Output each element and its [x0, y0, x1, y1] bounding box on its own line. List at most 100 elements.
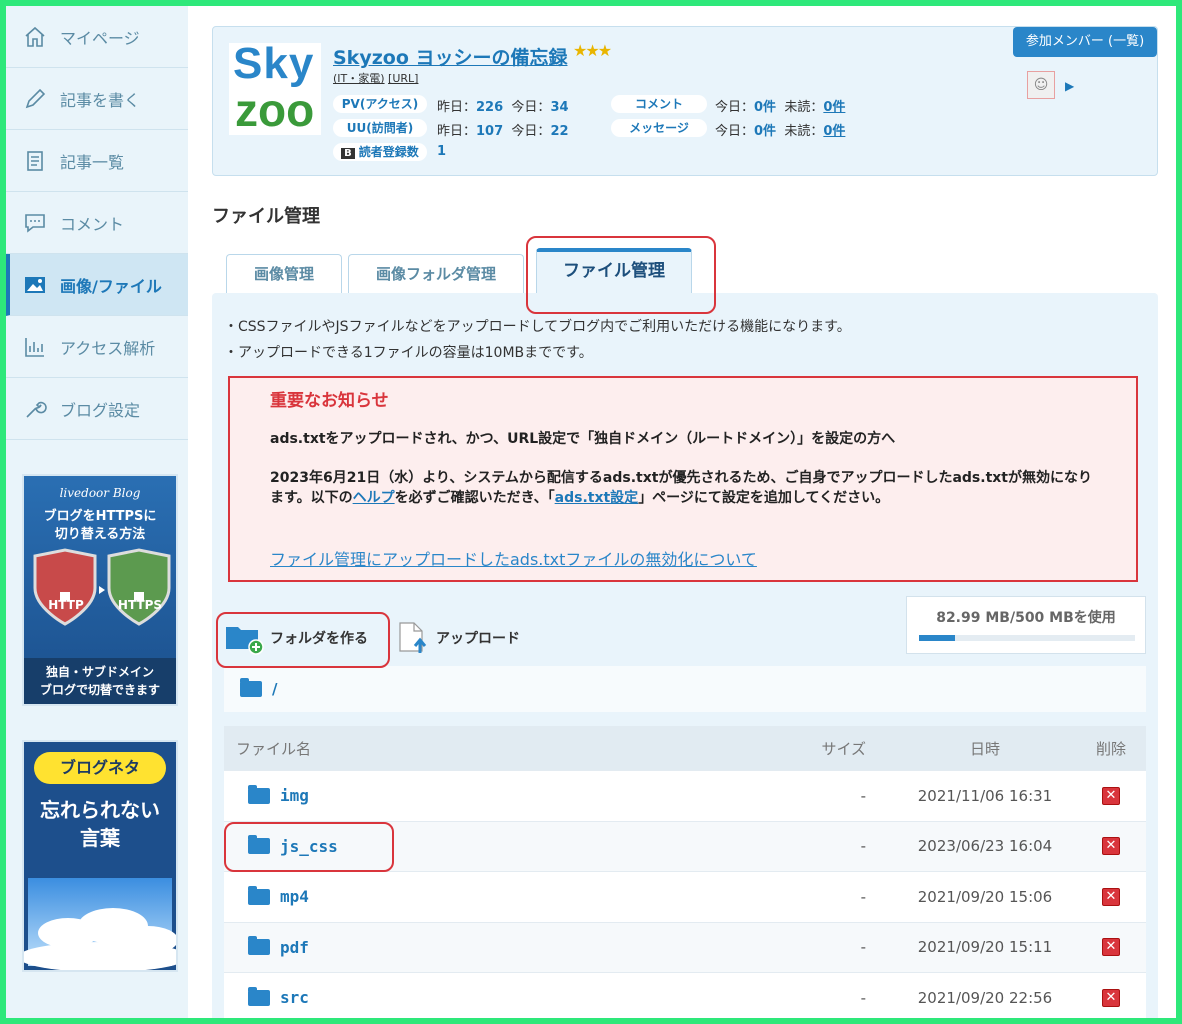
- livedoor-blog-logo: livedoor Blog: [59, 486, 141, 500]
- column-header-delete: 削除: [1095, 739, 1126, 758]
- folder-name-cell[interactable]: pdf: [224, 936, 784, 957]
- banner-bottom-line2: ブログで切替できます: [39, 683, 160, 697]
- date-cell: 2023/06/23 16:04: [917, 837, 1053, 856]
- folder-name-cell[interactable]: img: [224, 784, 784, 806]
- document-list-icon: [22, 148, 48, 174]
- folder-name-cell[interactable]: src: [224, 986, 784, 1008]
- sidebar-item-label: アクセス解析: [60, 338, 156, 358]
- notice-line1: ads.txtをアップロードされ、かつ、URL設定で「独自ドメイン（ルートドメイ…: [270, 431, 896, 447]
- folder-name: pdf: [280, 937, 309, 957]
- delete-icon[interactable]: ✕: [1102, 887, 1120, 906]
- banner-line2: 言葉: [80, 826, 120, 850]
- file-table: ファイル名 サイズ 日時 削除 img - 2021/11/06 16:31 ✕ js_…: [224, 726, 1146, 1024]
- size-cell: -: [860, 887, 866, 906]
- pv-yesterday-value: 226: [476, 100, 504, 115]
- pv-yesterday-label: 昨日：: [437, 100, 477, 115]
- reader-count-label[interactable]: B 読者登録数: [333, 143, 427, 161]
- info-bullet: ・アップロードできる1ファイルの容量は10MBまでです。: [224, 345, 593, 361]
- blog-summary-card: Sky zoo Skyzoo ヨッシーの備忘録 ★★★ (IT・家電) [URL…: [212, 26, 1158, 176]
- delete-cell: ✕: [1076, 938, 1146, 957]
- pv-today-label: 今日：: [511, 100, 551, 115]
- ads-txt-disable-info-link[interactable]: ファイル管理にアップロードしたads.txtファイルの無効化について: [270, 546, 757, 570]
- notice-line2: 2023年6月21日（水）より、システムから配信するads.txtが優先されるた…: [270, 468, 1100, 508]
- folder-icon: [248, 835, 270, 855]
- help-link[interactable]: ヘルプ: [353, 490, 395, 506]
- blog-logo: Sky zoo: [229, 39, 321, 136]
- https-banner[interactable]: livedoor Blog ブログをHTTPSに 切り替える方法 HTTP HTT…: [22, 474, 178, 706]
- date-cell: 2021/09/20 15:11: [917, 938, 1053, 957]
- folder-name: mp4: [280, 887, 309, 907]
- upload-button[interactable]: アップロード: [398, 620, 520, 656]
- blog-title-link[interactable]: Skyzoo ヨッシーの備忘録: [333, 43, 568, 70]
- column-header-name[interactable]: ファイル名: [224, 738, 784, 759]
- avatar[interactable]: ☺: [1027, 71, 1055, 99]
- info-bullet: ・CSSファイルやJSファイルなどをアップロードしてブログ内でご利用いただける機…: [224, 319, 851, 335]
- sidebar-item-comments[interactable]: コメント: [6, 192, 188, 254]
- comment-unread-link[interactable]: 0件: [823, 100, 845, 115]
- comment-label: コメント: [611, 95, 707, 113]
- folder-name-cell[interactable]: js_css: [224, 835, 784, 856]
- http-badge-label: HTTP: [48, 598, 84, 612]
- storage-usage-fill: [919, 635, 955, 641]
- tab-image-folder-management[interactable]: 画像フォルダ管理: [348, 254, 524, 294]
- logo-bottom-text: zoo: [235, 84, 315, 136]
- home-icon: [22, 24, 48, 50]
- members-list-button[interactable]: 参加メンバー (一覧): [1013, 27, 1157, 57]
- folder-icon: [248, 986, 270, 1006]
- tab-image-management[interactable]: 画像管理: [226, 254, 342, 294]
- current-path: /: [272, 680, 278, 698]
- sidebar-item-settings[interactable]: ブログ設定: [6, 378, 188, 440]
- folder-name: img: [280, 786, 309, 806]
- delete-cell: ✕: [1076, 887, 1146, 906]
- pv-label: PV(アクセス): [333, 95, 427, 113]
- comment-today-value: 0件: [754, 100, 777, 115]
- sidebar-item-mypage[interactable]: マイページ: [6, 6, 188, 68]
- delete-icon[interactable]: ✕: [1102, 786, 1120, 805]
- pencil-icon: [22, 86, 48, 112]
- delete-cell: ✕: [1076, 786, 1146, 805]
- caret-right-icon[interactable]: ▶: [1065, 79, 1074, 93]
- storage-usage-bar: [919, 635, 1135, 641]
- sidebar-item-label: コメント: [60, 214, 125, 234]
- column-header-size[interactable]: サイズ: [784, 738, 894, 759]
- tab-file-management[interactable]: ファイル管理: [536, 248, 692, 294]
- reader-label: 読者登録数: [358, 145, 419, 159]
- message-label: メッセージ: [611, 119, 707, 137]
- breadcrumb[interactable]: /: [224, 666, 1146, 712]
- uu-today-value: 22: [550, 124, 569, 139]
- sidebar-item-images-files[interactable]: 画像/ファイル: [6, 254, 188, 316]
- sidebar-item-articles[interactable]: 記事一覧: [6, 130, 188, 192]
- date-cell: 2021/11/06 16:31: [917, 786, 1053, 805]
- folder-name: src: [280, 988, 309, 1008]
- date-cell: 2021/09/20 15:06: [917, 887, 1053, 906]
- folder-icon: [240, 678, 262, 697]
- pv-today-value: 34: [550, 100, 569, 115]
- new-folder-button[interactable]: フォルダを作る: [224, 620, 368, 656]
- uu-yesterday-label: 昨日：: [437, 124, 477, 139]
- reader-count-value: 1: [437, 144, 447, 159]
- size-cell: -: [860, 938, 866, 957]
- sidebar-item-label: 記事を書く: [60, 90, 141, 110]
- column-header-date[interactable]: 日時: [894, 738, 1076, 759]
- url-link[interactable]: [URL]: [388, 72, 418, 85]
- category-link[interactable]: (IT・家電): [333, 72, 385, 85]
- comment-icon: [22, 210, 48, 236]
- message-unread-label: 未読：: [784, 124, 824, 139]
- shield-icon: [33, 548, 171, 626]
- sidebar: マイページ 記事を書く 記事一覧 コメント 画像/ファイル アクセス解析 ブログ…: [6, 6, 188, 1018]
- ads-txt-settings-link[interactable]: ads.txt設定: [555, 490, 639, 506]
- blog-neta-banner[interactable]: ブログネタ 忘れられない 言葉: [22, 740, 178, 972]
- message-unread-link[interactable]: 0件: [823, 124, 845, 139]
- delete-icon[interactable]: ✕: [1102, 837, 1120, 856]
- sidebar-item-write[interactable]: 記事を書く: [6, 68, 188, 130]
- uu-label: UU(訪問者): [333, 119, 427, 137]
- banner-title-line2: 切り替える方法: [54, 527, 146, 542]
- delete-icon[interactable]: ✕: [1102, 988, 1120, 1007]
- sidebar-item-analytics[interactable]: アクセス解析: [6, 316, 188, 378]
- folder-name-cell[interactable]: mp4: [224, 885, 784, 907]
- important-notice: 重要なお知らせ ads.txtをアップロードされ、かつ、URL設定で「独自ドメイ…: [228, 376, 1138, 582]
- size-cell: -: [860, 786, 866, 805]
- delete-icon[interactable]: ✕: [1102, 938, 1120, 957]
- table-row: img - 2021/11/06 16:31 ✕: [224, 770, 1146, 821]
- sky-image: [24, 878, 176, 970]
